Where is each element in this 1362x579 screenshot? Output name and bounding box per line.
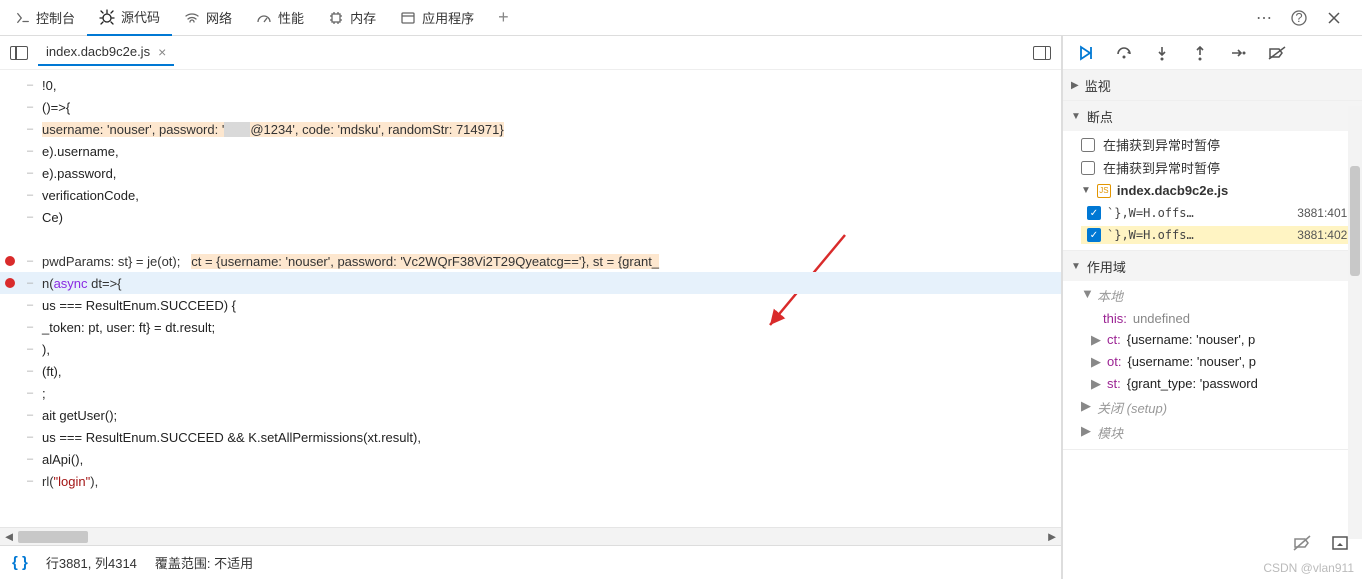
scope-ot[interactable]: ▶ot: {username: 'nouser', p xyxy=(1081,353,1354,371)
gauge-icon xyxy=(256,10,272,26)
deactivate-breakpoints-icon[interactable] xyxy=(1267,44,1287,62)
code-line: e).username, xyxy=(40,144,119,159)
step-over-icon[interactable] xyxy=(1115,44,1133,62)
checkbox[interactable] xyxy=(1081,138,1095,152)
scope-module[interactable]: ▶模块 xyxy=(1081,422,1354,443)
tab-application-label: 应用程序 xyxy=(422,8,474,27)
scrollbar-thumb[interactable] xyxy=(18,531,88,543)
horizontal-scrollbar[interactable]: ◄ ► xyxy=(0,527,1061,545)
scope-ct[interactable]: ▶ct: {username: 'nouser', p xyxy=(1081,331,1354,349)
tab-add[interactable]: + xyxy=(486,0,521,36)
bug-icon xyxy=(99,9,115,25)
tab-application[interactable]: 应用程序 xyxy=(388,0,486,36)
code-line: e).password, xyxy=(40,166,116,181)
toggle-debugger-icon[interactable] xyxy=(1033,46,1051,60)
window-icon xyxy=(400,10,416,26)
code-line: n(async dt=>{ xyxy=(40,276,122,291)
devtools-tabs: 控制台 源代码 网络 性能 内存 应用程序 + ⋯ ? xyxy=(0,0,1362,36)
js-file-icon: JS xyxy=(1097,184,1111,198)
code-editor[interactable]: !0, ()=>{ username: 'nouser', password: … xyxy=(0,70,1061,527)
debug-controls xyxy=(1063,36,1362,70)
code-line: ait getUser(); xyxy=(40,408,117,423)
tab-network-label: 网络 xyxy=(206,8,232,27)
breakpoints-panel-header[interactable]: ▼断点 xyxy=(1063,101,1362,131)
breakpoint-dot[interactable] xyxy=(5,278,15,288)
step-icon[interactable] xyxy=(1229,44,1247,62)
checkbox[interactable] xyxy=(1081,161,1095,175)
scrollbar-thumb[interactable] xyxy=(1350,166,1360,276)
tab-sources[interactable]: 源代码 xyxy=(87,0,172,36)
tab-console[interactable]: 控制台 xyxy=(4,0,87,36)
code-line: verificationCode, xyxy=(40,188,139,203)
step-out-icon[interactable] xyxy=(1191,44,1209,62)
close-file-icon[interactable]: × xyxy=(158,44,166,60)
code-line: username: 'nouser', password: 'xxxx@1234… xyxy=(40,122,504,137)
scope-panel-header[interactable]: ▼作用域 xyxy=(1063,251,1362,281)
tab-memory[interactable]: 内存 xyxy=(316,0,388,36)
code-line: us === ResultEnum.SUCCEED) { xyxy=(40,298,236,313)
status-bar: { } 行3881, 列4314 覆盖范围: 不适用 xyxy=(0,545,1061,579)
scroll-left-icon[interactable]: ◄ xyxy=(0,528,18,546)
code-line: ()=>{ xyxy=(40,100,70,115)
scope-local[interactable]: ▼本地 xyxy=(1081,285,1354,306)
tab-sources-label: 源代码 xyxy=(121,7,160,26)
no-issues-icon[interactable] xyxy=(1292,533,1312,553)
breakpoints-label: 断点 xyxy=(1087,107,1113,126)
pause-on-caught-exceptions-2[interactable]: 在捕获到异常时暂停 xyxy=(1081,158,1354,177)
code-line: _token: pt, user: ft} = dt.result; xyxy=(40,320,215,335)
code-line: pwdParams: st} = je(ot); ct = {username:… xyxy=(40,254,659,269)
vertical-scrollbar[interactable] xyxy=(1348,106,1362,539)
file-tab-label: index.dacb9c2e.js xyxy=(46,44,150,59)
breakpoint-dot[interactable] xyxy=(5,256,15,266)
code-line: (ft), xyxy=(40,364,62,379)
tab-performance[interactable]: 性能 xyxy=(244,0,316,36)
breakpoint-file[interactable]: ▼JSindex.dacb9c2e.js xyxy=(1081,181,1354,200)
code-line: !0, xyxy=(40,78,56,93)
cursor-position: 行3881, 列4314 xyxy=(46,553,137,572)
svg-text:?: ? xyxy=(1295,10,1302,25)
file-tab[interactable]: index.dacb9c2e.js × xyxy=(38,40,174,66)
breakpoint-item[interactable]: ✓`},W=H.offs… 3881:4015 xyxy=(1081,204,1354,222)
tab-memory-label: 内存 xyxy=(350,8,376,27)
chip-icon xyxy=(328,10,344,26)
debugger-sidebar: ▶监视 ▼断点 在捕获到异常时暂停 在捕获到异常时暂停 ▼JSindex.dac… xyxy=(1062,36,1362,579)
step-into-icon[interactable] xyxy=(1153,44,1171,62)
breakpoint-file-label: index.dacb9c2e.js xyxy=(1117,183,1228,198)
code-line: ), xyxy=(40,342,50,357)
code-line: ; xyxy=(40,386,46,401)
wifi-icon xyxy=(184,10,200,26)
code-line: rl("login"), xyxy=(40,474,98,489)
more-icon[interactable]: ⋯ xyxy=(1256,8,1272,28)
scroll-right-icon[interactable]: ► xyxy=(1043,528,1061,546)
pretty-print-icon[interactable]: { } xyxy=(12,554,28,571)
code-line: us === ResultEnum.SUCCEED && K.setAllPer… xyxy=(40,430,421,445)
tab-network[interactable]: 网络 xyxy=(172,0,244,36)
coverage-label: 覆盖范围: 不适用 xyxy=(155,553,253,572)
tab-console-label: 控制台 xyxy=(36,8,75,27)
breakpoint-item[interactable]: ✓`},W=H.offs… 3881:4022 xyxy=(1081,226,1354,244)
code-line: Ce) xyxy=(40,210,63,225)
scope-closure[interactable]: ▶关闭 (setup) xyxy=(1081,397,1354,418)
scope-label: 作用域 xyxy=(1087,257,1126,276)
file-tabbar: index.dacb9c2e.js × xyxy=(0,36,1061,70)
scope-this: this: undefined xyxy=(1081,310,1354,327)
console-icon xyxy=(16,11,30,25)
resume-icon[interactable] xyxy=(1077,44,1095,62)
pause-on-caught-exceptions[interactable]: 在捕获到异常时暂停 xyxy=(1081,135,1354,154)
watch-label: 监视 xyxy=(1085,76,1111,95)
breakpoint-position: 3881:4015 xyxy=(1297,206,1354,220)
tab-performance-label: 性能 xyxy=(278,8,304,27)
help-icon[interactable]: ? xyxy=(1290,9,1308,27)
scope-st[interactable]: ▶st: {grant_type: 'password xyxy=(1081,375,1354,393)
code-line: alApi(), xyxy=(40,452,83,467)
checkbox-checked-icon[interactable]: ✓ xyxy=(1087,228,1101,242)
toggle-navigator-icon[interactable] xyxy=(10,46,28,60)
checkbox-checked-icon[interactable]: ✓ xyxy=(1087,206,1101,220)
breakpoint-position: 3881:4022 xyxy=(1297,228,1354,242)
watch-panel-header[interactable]: ▶监视 xyxy=(1063,70,1362,100)
watermark: CSDN @vlan911 xyxy=(1263,561,1354,575)
close-icon[interactable] xyxy=(1326,10,1342,26)
dock-icon[interactable] xyxy=(1330,533,1350,553)
